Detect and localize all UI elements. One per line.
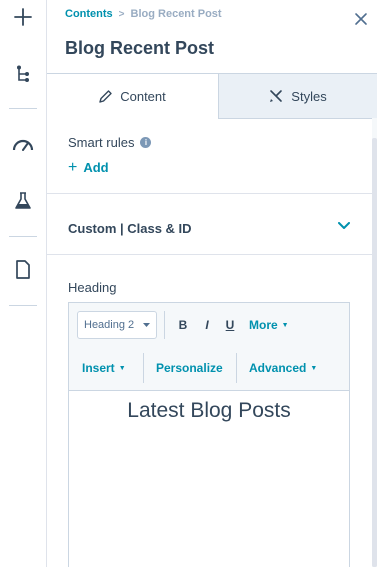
caret-down-icon: ▼ — [118, 364, 126, 372]
breadcrumb: Contents > Blog Recent Post — [65, 8, 222, 20]
personalize-label: Personalize — [156, 361, 223, 375]
toolbar-divider — [164, 311, 165, 339]
heading-text[interactable]: Latest Blog Posts — [69, 399, 349, 423]
personalize-button[interactable]: Personalize — [156, 361, 223, 375]
breadcrumb-separator: > — [118, 8, 125, 20]
bold-button[interactable]: B — [174, 316, 192, 334]
panel-title: Blog Recent Post — [65, 38, 215, 58]
more-menu-button[interactable]: More ▼ — [249, 318, 289, 332]
rail-divider — [9, 305, 37, 306]
rail-divider — [9, 236, 37, 237]
underline-button[interactable]: U — [221, 316, 239, 334]
accordion-label: Custom | Class & ID — [68, 221, 192, 236]
pencil-icon — [99, 90, 112, 103]
tab-content[interactable]: Content — [47, 73, 219, 119]
section-divider — [47, 193, 372, 194]
add-smart-rule-button[interactable]: + Add — [68, 159, 109, 176]
brush-icon — [270, 90, 283, 102]
add-module-button[interactable] — [0, 0, 46, 34]
advanced-label: Advanced — [249, 361, 307, 375]
page-settings-button[interactable] — [0, 252, 46, 286]
section-divider — [47, 254, 372, 255]
custom-class-id-accordion[interactable]: Custom | Class & ID — [47, 208, 372, 250]
close-button[interactable] — [353, 11, 369, 27]
block-format-select[interactable]: Heading 2 — [77, 311, 157, 339]
heading-field-label: Heading — [68, 280, 117, 295]
panel-scrollbar[interactable] — [372, 118, 377, 567]
gauge-icon — [12, 139, 34, 151]
breadcrumb-contents-link[interactable]: Contents — [65, 8, 113, 20]
rich-text-editor: Heading 2 B I U More ▼ Insert ▼ Personal… — [68, 302, 350, 567]
more-label: More — [249, 318, 278, 332]
rail-divider — [9, 108, 37, 109]
editor-toolbar: Heading 2 B I U More ▼ Insert ▼ Personal… — [69, 303, 349, 391]
tab-content-label: Content — [120, 89, 166, 104]
block-format-value: Heading 2 — [84, 319, 135, 331]
sidebar-editor-panel: Contents > Blog Recent Post Blog Recent … — [47, 0, 377, 567]
insert-menu-button[interactable]: Insert ▼ — [82, 361, 126, 375]
test-button[interactable] — [0, 184, 46, 218]
plus-icon: + — [68, 159, 78, 176]
caret-down-icon: ▼ — [310, 364, 318, 372]
info-icon[interactable]: i — [140, 137, 152, 148]
close-icon — [355, 13, 367, 25]
layers-tree-button[interactable] — [0, 57, 46, 91]
tree-icon — [17, 65, 29, 82]
toolbar-divider — [143, 353, 144, 383]
caret-down-icon — [143, 323, 150, 327]
tab-styles[interactable]: Styles — [219, 73, 377, 119]
italic-button[interactable]: I — [198, 316, 216, 334]
caret-down-icon: ▼ — [281, 321, 289, 329]
optimize-button[interactable] — [0, 127, 46, 161]
scrollbar-thumb[interactable] — [372, 138, 377, 567]
editor-content-area[interactable]: Latest Blog Posts — [69, 391, 349, 567]
add-smart-rule-label: Add — [83, 160, 109, 175]
insert-label: Insert — [82, 361, 115, 375]
advanced-menu-button[interactable]: Advanced ▼ — [249, 361, 317, 375]
chevron-down-icon — [338, 222, 350, 229]
smart-rules-text: Smart rules — [68, 135, 135, 150]
breadcrumb-current: Blog Recent Post — [130, 8, 222, 20]
document-icon — [16, 259, 30, 279]
plus-icon — [14, 8, 32, 26]
smart-rules-label: Smart rules i — [68, 135, 152, 150]
toolbar-divider — [236, 353, 237, 383]
flask-icon — [15, 192, 31, 209]
left-rail — [0, 0, 47, 567]
tab-bar: Content Styles — [47, 73, 377, 119]
tab-styles-label: Styles — [291, 88, 327, 104]
